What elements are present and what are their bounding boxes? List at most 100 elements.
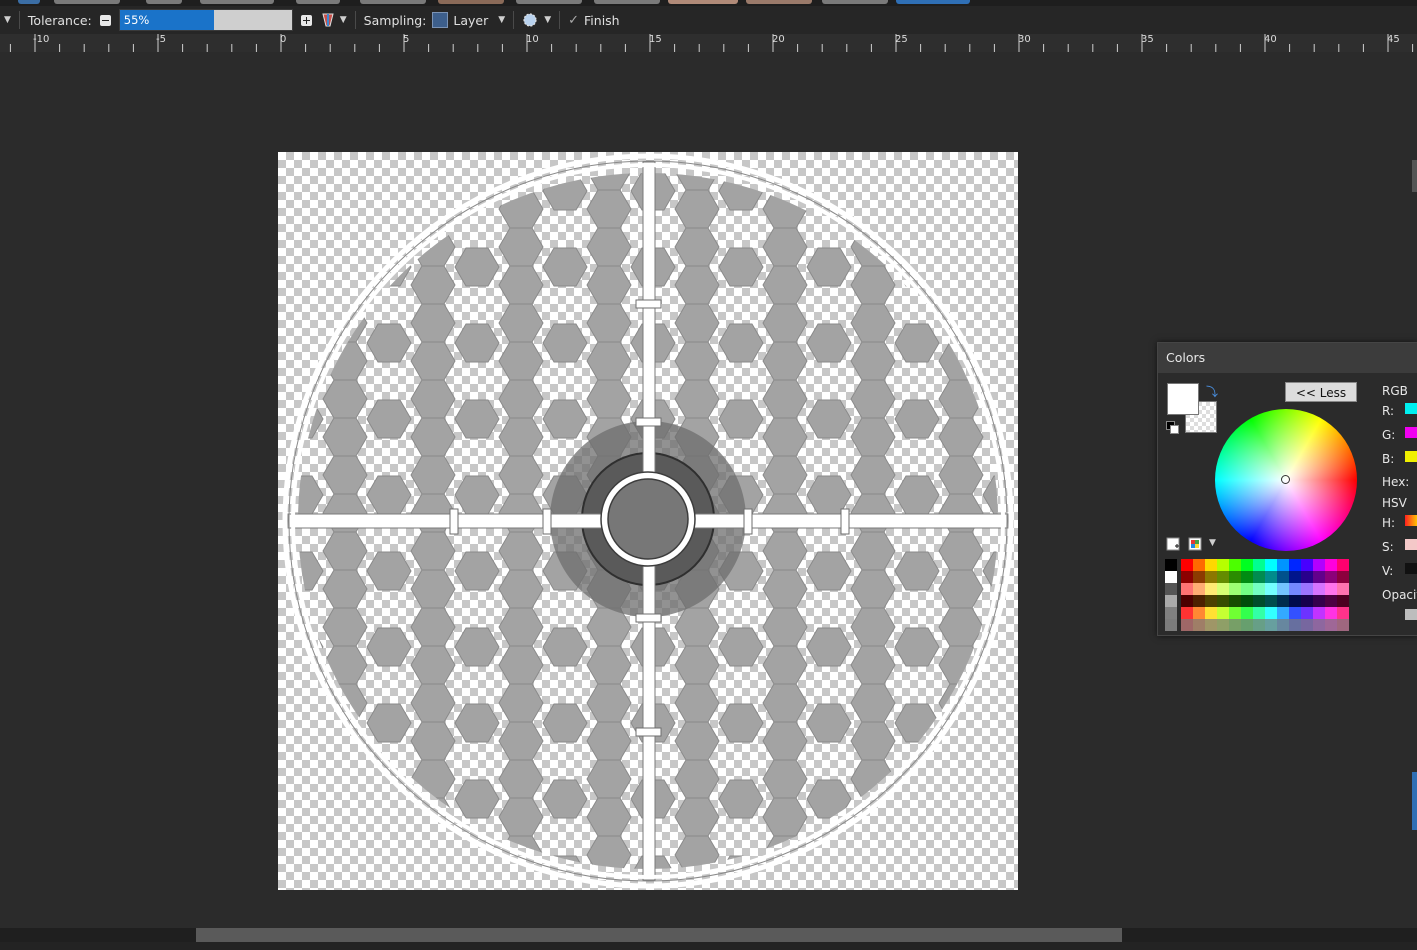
- palette-swatch[interactable]: [1253, 583, 1265, 595]
- image-tab-thumbnail[interactable]: [668, 0, 738, 4]
- palette-swatch[interactable]: [1253, 559, 1265, 571]
- palette-swatch[interactable]: [1301, 583, 1313, 595]
- sampling-value[interactable]: Layer: [453, 13, 488, 28]
- palette-swatch[interactable]: [1313, 583, 1325, 595]
- palette-swatch[interactable]: [1165, 583, 1177, 595]
- palette-swatch[interactable]: [1229, 571, 1241, 583]
- palette-swatch[interactable]: [1241, 559, 1253, 571]
- palette-swatch[interactable]: [1325, 595, 1337, 607]
- palette-swatch[interactable]: [1217, 595, 1229, 607]
- saturation-slider[interactable]: [1405, 539, 1417, 550]
- image-tab-thumbnail[interactable]: [360, 0, 426, 4]
- palette-swatch[interactable]: [1289, 559, 1301, 571]
- palette-swatch[interactable]: [1265, 559, 1277, 571]
- palette-swatch[interactable]: [1181, 559, 1193, 571]
- palette-swatch[interactable]: [1205, 571, 1217, 583]
- image-tab-thumbnail[interactable]: [54, 0, 120, 4]
- blue-channel-slider[interactable]: [1405, 451, 1417, 462]
- color-wheel[interactable]: [1215, 409, 1357, 551]
- palette-swatch[interactable]: [1313, 607, 1325, 619]
- palette-swatch[interactable]: [1229, 559, 1241, 571]
- palette-menu-dropdown-icon[interactable]: ▼: [1209, 538, 1216, 548]
- palette-swatch[interactable]: [1337, 571, 1349, 583]
- palette-swatch[interactable]: [1217, 559, 1229, 571]
- palette-swatch[interactable]: [1265, 595, 1277, 607]
- palette-swatch[interactable]: [1181, 583, 1193, 595]
- palette-swatch[interactable]: [1337, 583, 1349, 595]
- palette-swatch[interactable]: [1325, 619, 1337, 631]
- palette-swatch[interactable]: [1313, 571, 1325, 583]
- palette-swatch[interactable]: [1277, 571, 1289, 583]
- palette-swatch[interactable]: [1301, 571, 1313, 583]
- tolerance-decrease-icon[interactable]: [99, 14, 111, 26]
- palette-swatch[interactable]: [1277, 559, 1289, 571]
- palette-swatch[interactable]: [1241, 583, 1253, 595]
- tolerance-increase-icon[interactable]: [300, 14, 312, 26]
- palette-swatch[interactable]: [1253, 571, 1265, 583]
- palette-swatch[interactable]: [1181, 607, 1193, 619]
- palette-swatch[interactable]: [1253, 619, 1265, 631]
- palette-swatch[interactable]: [1193, 595, 1205, 607]
- palette-swatch[interactable]: [1301, 595, 1313, 607]
- image-tab-thumbnail[interactable]: [438, 0, 504, 4]
- flood-mode-icon[interactable]: [322, 13, 334, 27]
- palette-swatch[interactable]: [1289, 571, 1301, 583]
- palette-swatch[interactable]: [1337, 619, 1349, 631]
- palette-swatch[interactable]: [1165, 559, 1177, 571]
- horizontal-scrollbar[interactable]: [0, 928, 1417, 942]
- palette-swatch[interactable]: [1193, 619, 1205, 631]
- red-channel-slider[interactable]: [1405, 403, 1417, 414]
- image-tab-thumbnail[interactable]: [822, 0, 888, 4]
- image-tab-thumbnail[interactable]: [146, 0, 182, 4]
- palette-swatch[interactable]: [1205, 595, 1217, 607]
- color-palette[interactable]: [1165, 559, 1358, 631]
- palette-swatch[interactable]: [1241, 607, 1253, 619]
- antialias-icon[interactable]: [522, 12, 538, 28]
- palette-swatch[interactable]: [1289, 619, 1301, 631]
- palette-swatch[interactable]: [1229, 607, 1241, 619]
- image-tab-thumbnail[interactable]: [516, 0, 582, 4]
- palette-swatch[interactable]: [1337, 559, 1349, 571]
- collapse-caret-icon[interactable]: ▼: [4, 15, 11, 25]
- palette-swatch[interactable]: [1313, 559, 1325, 571]
- horizontal-scrollbar-thumb[interactable]: [196, 928, 1122, 942]
- palette-swatch[interactable]: [1217, 619, 1229, 631]
- palette-swatch[interactable]: [1289, 607, 1301, 619]
- palette-swatch[interactable]: [1253, 595, 1265, 607]
- palette-swatch[interactable]: [1205, 607, 1217, 619]
- palette-swatch[interactable]: [1217, 571, 1229, 583]
- palette-swatch[interactable]: [1265, 583, 1277, 595]
- reset-colors-icon[interactable]: [1166, 421, 1179, 434]
- palette-swatch[interactable]: [1313, 595, 1325, 607]
- image-tab-thumbnail[interactable]: [18, 0, 40, 4]
- image-tab-thumbnail[interactable]: [594, 0, 660, 4]
- palette-swatch[interactable]: [1193, 583, 1205, 595]
- image-tab-thumbnail[interactable]: [200, 0, 274, 4]
- palette-swatch[interactable]: [1277, 619, 1289, 631]
- swap-colors-icon[interactable]: ⤵: [1206, 383, 1218, 400]
- palette-swatch[interactable]: [1229, 583, 1241, 595]
- hue-slider[interactable]: [1405, 515, 1417, 526]
- palette-swatch[interactable]: [1165, 619, 1177, 631]
- opacity-slider[interactable]: [1405, 609, 1417, 620]
- tolerance-slider[interactable]: 55%: [118, 9, 293, 31]
- palette-swatch[interactable]: [1301, 559, 1313, 571]
- palette-swatch[interactable]: [1325, 571, 1337, 583]
- primary-color-swatch[interactable]: [1167, 383, 1199, 415]
- palette-swatch[interactable]: [1165, 607, 1177, 619]
- finish-button[interactable]: ✓ Finish: [568, 13, 620, 28]
- color-wheel-knob[interactable]: [1281, 475, 1290, 484]
- flood-mode-dropdown-icon[interactable]: ▼: [340, 15, 347, 25]
- palette-swatch[interactable]: [1205, 583, 1217, 595]
- palette-swatch[interactable]: [1193, 607, 1205, 619]
- palette-swatch[interactable]: [1289, 595, 1301, 607]
- palette-swatch[interactable]: [1181, 571, 1193, 583]
- palette-menu-icon[interactable]: [1188, 536, 1202, 551]
- palette-swatch[interactable]: [1277, 607, 1289, 619]
- palette-swatch[interactable]: [1289, 583, 1301, 595]
- colors-panel-title[interactable]: Colors: [1158, 343, 1417, 373]
- palette-swatch[interactable]: [1253, 607, 1265, 619]
- palette-swatch[interactable]: [1165, 595, 1177, 607]
- image-canvas[interactable]: [278, 152, 1018, 890]
- palette-swatch[interactable]: [1265, 571, 1277, 583]
